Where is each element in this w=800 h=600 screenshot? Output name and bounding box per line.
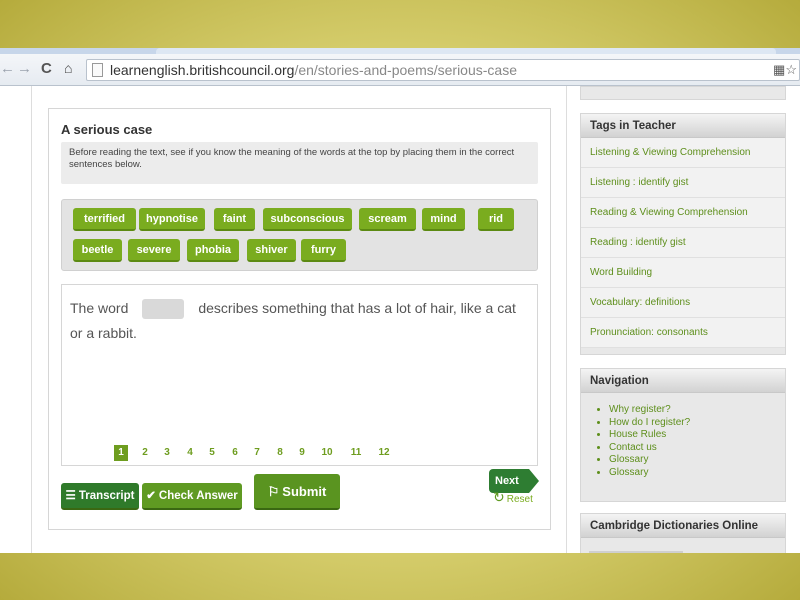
tag-link[interactable]: Listening & Viewing Comprehension <box>581 138 785 168</box>
answer-drop-slot[interactable] <box>142 299 185 320</box>
browser-toolbar: ← → C ⌂ learnenglish.britishcouncil.org/… <box>0 54 800 86</box>
page-number-7[interactable]: 7 <box>251 445 263 461</box>
reset-label: Reset <box>506 494 533 505</box>
tag-link[interactable]: Listening : identify gist <box>581 168 785 198</box>
word-chip[interactable]: mind <box>422 208 465 231</box>
page-number-8[interactable]: 8 <box>274 445 286 461</box>
list-icon: ☰ <box>65 490 76 502</box>
url-text[interactable]: learnenglish.britishcouncil.org/en/stori… <box>110 62 517 78</box>
navigation-link[interactable]: Why register? <box>609 404 785 417</box>
tag-link[interactable]: Word Building <box>581 258 785 288</box>
next-label: Next <box>495 475 519 487</box>
navigation-heading: Navigation <box>581 369 785 393</box>
transcript-button[interactable]: ☰ Transcript <box>61 483 139 510</box>
word-chip[interactable]: shiver <box>247 239 296 262</box>
page-number-12[interactable]: 12 <box>376 445 392 461</box>
instructions-box: Before reading the text, see if you know… <box>61 142 538 184</box>
check-answer-label: Check Answer <box>158 490 238 502</box>
page-left-border <box>31 86 32 553</box>
forward-icon[interactable]: → <box>17 60 32 77</box>
page-number-9[interactable]: 9 <box>296 445 308 461</box>
word-bank: terrified hypnotise faint subconscious screa… <box>61 199 538 271</box>
word-chip[interactable]: furry <box>301 239 346 262</box>
navigation-link[interactable]: Glossary <box>609 454 785 467</box>
url-host: learnenglish.britishcouncil.org <box>110 62 295 78</box>
exercise-card: A serious case Before reading the text, … <box>48 108 551 530</box>
word-chip[interactable]: subconscious <box>263 208 352 231</box>
page-icon <box>92 63 103 77</box>
star-icon[interactable]: ☆ <box>785 62 797 77</box>
reload-icon[interactable]: C <box>41 60 52 77</box>
tag-link[interactable]: Vocabulary: definitions <box>581 288 785 318</box>
word-chip[interactable]: hypnotise <box>139 208 205 231</box>
dictionary-search-field[interactable] <box>589 551 683 553</box>
tags-heading: Tags in Teacher <box>581 114 785 138</box>
dictionary-heading: Cambridge Dictionaries Online <box>581 514 785 538</box>
sentence-end: describes something that has a lot of ha… <box>70 300 516 341</box>
tag-link[interactable]: Reading & Viewing Comprehension <box>581 198 785 228</box>
navigation-link[interactable]: House Rules <box>609 429 785 442</box>
back-icon[interactable]: ← <box>0 60 15 77</box>
column-divider <box>566 86 567 553</box>
tag-link[interactable]: Reading : identify gist <box>581 228 785 258</box>
reset-button[interactable]: ↻ Reset <box>493 489 533 506</box>
check-icon: ✔ <box>146 490 156 502</box>
navigation-link[interactable]: Contact us <box>609 442 785 455</box>
page-number-1[interactable]: 1 <box>114 445 128 461</box>
sentence-text: The word describes something that has a l… <box>70 296 530 346</box>
page-number-11[interactable]: 11 <box>348 445 364 461</box>
word-chip[interactable]: rid <box>478 208 514 231</box>
navigation-panel: Navigation Why register?How do I registe… <box>580 368 786 502</box>
extension-icon[interactable]: ▦ <box>773 62 785 77</box>
dictionary-panel: Cambridge Dictionaries Online <box>580 513 786 553</box>
page-number-5[interactable]: 5 <box>206 445 218 461</box>
word-chip[interactable]: faint <box>214 208 255 231</box>
sidebar-top-box <box>580 86 786 100</box>
reset-icon: ↻ <box>493 489 505 505</box>
transcript-label: Transcript <box>78 490 135 502</box>
exercise-title: A serious case <box>61 122 153 137</box>
tags-panel: Tags in Teacher Listening & Viewing Comp… <box>580 113 786 355</box>
submit-label: Submit <box>282 484 327 499</box>
word-chip[interactable]: beetle <box>73 239 122 262</box>
navigation-link[interactable]: Glossary <box>609 467 785 480</box>
home-icon[interactable]: ⌂ <box>64 60 72 76</box>
navigation-link[interactable]: How do I register? <box>609 417 785 430</box>
word-chip[interactable]: scream <box>359 208 416 231</box>
tags-list: Listening & Viewing Comprehension Listeni… <box>581 138 785 348</box>
sentence-start: The word <box>70 300 129 316</box>
page-number-10[interactable]: 10 <box>319 445 335 461</box>
page-number-3[interactable]: 3 <box>161 445 173 461</box>
check-answer-button[interactable]: ✔ Check Answer <box>142 483 242 510</box>
tag-link[interactable]: Pronunciation: consonants <box>581 318 785 348</box>
page-content: A serious case Before reading the text, … <box>0 86 800 553</box>
word-chip[interactable]: severe <box>128 239 180 262</box>
page-number-2[interactable]: 2 <box>139 445 151 461</box>
navigation-list: Why register?How do I register?House Rul… <box>581 393 785 479</box>
word-chip[interactable]: terrified <box>73 208 136 231</box>
checkered-flag-icon: ⚐ <box>267 484 280 499</box>
sentence-panel: The word describes something that has a l… <box>61 284 538 466</box>
url-path: /en/stories-and-poems/serious-case <box>294 62 517 78</box>
page-number-4[interactable]: 4 <box>184 445 196 461</box>
submit-button[interactable]: ⚐ Submit <box>254 474 340 510</box>
page-number-6[interactable]: 6 <box>229 445 241 461</box>
address-bar[interactable]: learnenglish.britishcouncil.org/en/stori… <box>86 59 800 81</box>
browser-window: ← → C ⌂ learnenglish.britishcouncil.org/… <box>0 48 800 553</box>
word-chip[interactable]: phobia <box>187 239 239 262</box>
